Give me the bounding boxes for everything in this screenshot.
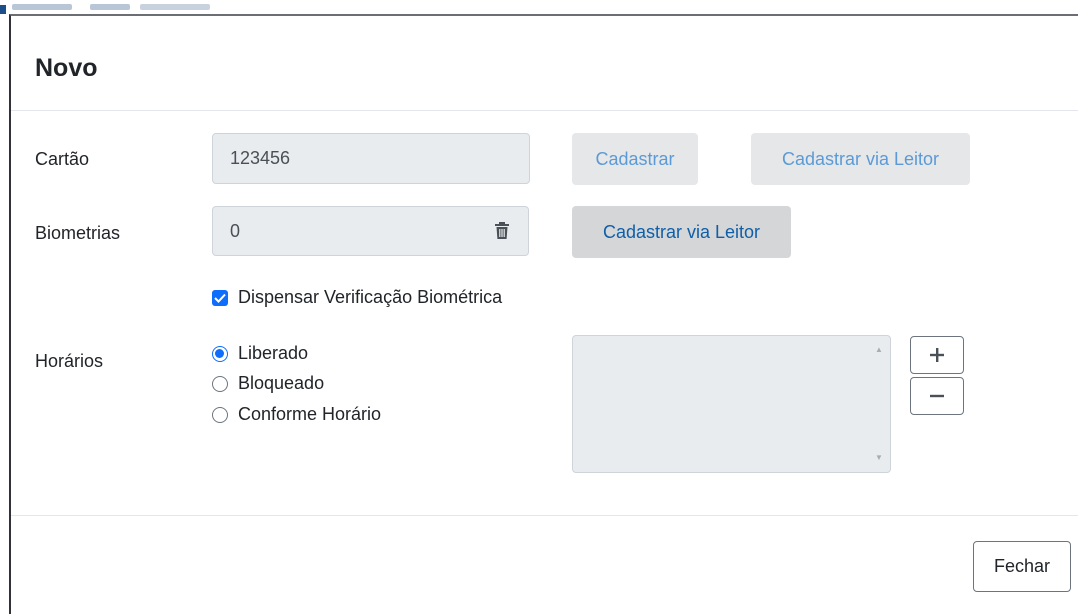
scroll-down-icon[interactable]: ▼	[874, 454, 884, 462]
radio-liberado-row[interactable]: Liberado	[212, 343, 308, 364]
cartao-field: 123456	[212, 133, 530, 184]
biometrias-cadastrar-via-leitor-button[interactable]: Cadastrar via Leitor	[572, 206, 791, 258]
horarios-label: Horários	[35, 351, 104, 371]
radio-conforme-horario-label: Conforme Horário	[238, 404, 382, 424]
horarios-listbox[interactable]: ▲ ▼	[572, 335, 891, 473]
scroll-up-icon[interactable]: ▲	[874, 346, 884, 354]
remove-horario-button[interactable]	[910, 377, 964, 415]
cartao-label: Cartão	[35, 149, 90, 169]
dialog-header: Novo	[11, 16, 1078, 111]
dispensar-verificacao-checkbox[interactable]	[212, 289, 228, 306]
radio-bloqueado-row[interactable]: Bloqueado	[212, 373, 324, 394]
radio-bloqueado-label: Bloqueado	[238, 373, 325, 393]
dialog-title: Novo	[35, 54, 98, 82]
delete-biometrias-button[interactable]	[476, 206, 529, 256]
new-record-dialog: Novo Cartão 123456 Cadastrar Cadastrar v…	[9, 14, 1078, 614]
radio-liberado[interactable]	[212, 345, 228, 362]
dialog-footer-divider	[11, 515, 1078, 516]
cartao-cadastrar-via-leitor-button: Cadastrar via Leitor	[751, 133, 970, 185]
background-page-strip	[0, 0, 1078, 14]
trash-icon	[494, 222, 510, 240]
radio-conforme-horario[interactable]	[212, 406, 228, 423]
radio-liberado-label: Liberado	[238, 343, 309, 363]
add-horario-button[interactable]	[910, 336, 964, 374]
plus-icon	[929, 347, 945, 363]
radio-bloqueado[interactable]	[212, 375, 228, 392]
dispensar-verificacao-checkbox-row[interactable]: Dispensar Verificação Biométrica	[212, 287, 502, 308]
minus-icon	[929, 388, 945, 404]
cadastrar-button: Cadastrar	[572, 133, 698, 185]
background-page-header	[0, 0, 240, 14]
biometrias-label: Biometrias	[35, 223, 121, 243]
dispensar-verificacao-label: Dispensar Verificação Biométrica	[238, 287, 503, 307]
biometrias-field: 0	[212, 206, 477, 256]
radio-conforme-horario-row[interactable]: Conforme Horário	[212, 404, 381, 425]
fechar-button[interactable]: Fechar	[973, 541, 1071, 592]
